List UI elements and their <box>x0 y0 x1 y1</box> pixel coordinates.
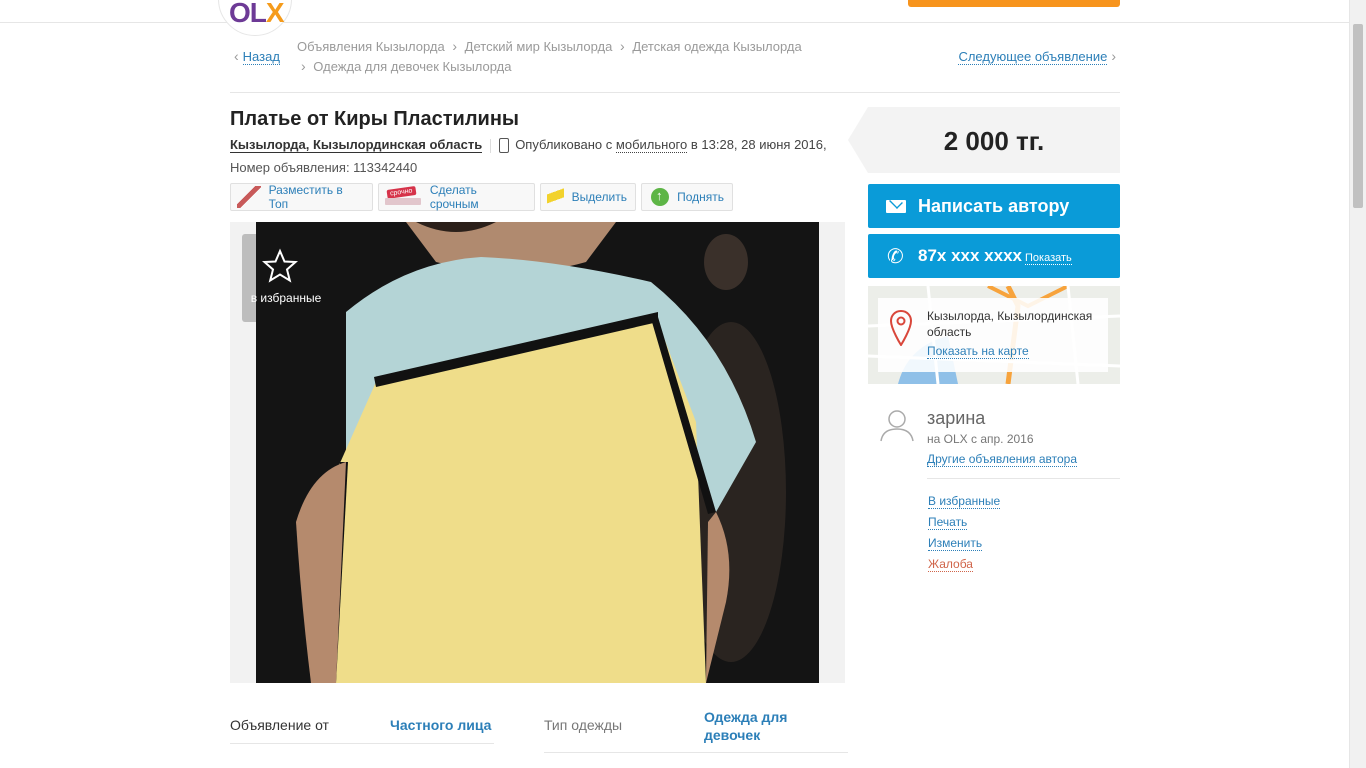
highlighter-icon <box>547 186 564 208</box>
location-link[interactable]: Кызылорда, Кызылординская область <box>230 137 483 153</box>
breadcrumb-item-ads[interactable]: Объявления Кызылорда <box>297 39 445 54</box>
next-ad-link[interactable]: Следующее объявление › <box>958 48 1120 65</box>
main-photo[interactable] <box>256 222 819 683</box>
divider <box>544 752 848 753</box>
chevron-right-icon: › <box>620 38 625 54</box>
breadcrumb-item-kids-clothes[interactable]: Детская одежда Кызылорда <box>632 39 801 54</box>
favorite-label[interactable]: в избранные <box>246 291 326 305</box>
location-map[interactable]: Кызылорда, Кызылординская область Показа… <box>868 286 1120 384</box>
add-favorite-link[interactable]: В избранные <box>928 494 1001 509</box>
promo-toolbar: Разместить в Топ Сделать срочным Выделит… <box>230 183 733 211</box>
print-link[interactable]: Печать <box>928 515 1000 530</box>
write-author-button[interactable]: Написать автору <box>868 184 1120 228</box>
breadcrumb: ‹ Назад Объявления Кызылорда › Детский ми… <box>230 38 1120 93</box>
map-address-card: Кызылорда, Кызылординская область Показа… <box>878 298 1108 372</box>
map-address: Кызылорда, Кызылординская область <box>927 309 1093 339</box>
back-link[interactable]: ‹ Назад <box>230 48 280 65</box>
price-box: 2 000 тг. <box>848 107 1120 173</box>
show-phone-button[interactable]: ✆ 87x xxx xxxx Показать <box>868 234 1120 278</box>
divider <box>490 138 492 153</box>
logo-text: OLX <box>229 0 285 28</box>
scrollbar-thumb[interactable] <box>1353 24 1363 208</box>
user-avatar-icon <box>880 410 914 442</box>
complain-link[interactable]: Жалоба <box>928 557 1000 572</box>
mobile-phone-icon <box>499 138 510 154</box>
raise-button[interactable]: Поднять <box>641 183 733 211</box>
scrollbar[interactable] <box>1349 0 1366 768</box>
published-info: Опубликовано с мобильного в 13:28, 28 ию… <box>515 137 827 153</box>
promote-top-button[interactable]: Разместить в Топ <box>230 183 373 211</box>
edit-link[interactable]: Изменить <box>928 536 1000 551</box>
ad-actions: В избранные Печать Изменить Жалоба <box>928 494 1001 578</box>
highlight-button[interactable]: Выделить <box>540 183 636 211</box>
param-value[interactable]: Одежда для девочек <box>704 708 814 744</box>
breadcrumb-item-kids[interactable]: Детский мир Кызылорда <box>465 39 613 54</box>
divider <box>927 478 1120 479</box>
chevron-right-icon: › <box>452 38 458 54</box>
ad-title: Платье от Киры Пластилины <box>230 108 519 130</box>
param-value[interactable]: Частного лица <box>390 717 491 733</box>
post-ad-button[interactable] <box>908 0 1120 7</box>
chevron-left-icon: ‹ <box>234 48 239 64</box>
seller-name: зарина <box>927 408 986 428</box>
make-urgent-button[interactable]: Сделать срочным <box>378 183 535 211</box>
chevron-right-icon: › <box>301 58 306 74</box>
price: 2 000 тг. <box>943 126 1045 156</box>
show-on-map-link[interactable]: Показать на карте <box>927 344 1029 359</box>
ad-number: Номер объявления: 113342440 <box>230 160 418 175</box>
olx-logo[interactable]: OLX <box>218 0 292 36</box>
dress-photo-illustration <box>256 222 819 683</box>
raise-arrow-icon <box>648 186 670 208</box>
envelope-icon <box>886 200 906 213</box>
seller-since: на OLX с апр. 2016 <box>927 432 1034 446</box>
map-pin-icon <box>890 310 912 346</box>
breadcrumb-item-girls-clothes[interactable]: Одежда для девочек Кызылорда <box>313 59 511 74</box>
param-label: Объявление от <box>230 717 329 733</box>
param-label: Тип одежды <box>544 717 623 733</box>
urgent-tag-icon <box>385 186 422 208</box>
star-icon[interactable] <box>262 248 298 284</box>
ad-meta: Кызылорда, Кызылординская область Опублик… <box>230 137 827 154</box>
other-ads-link[interactable]: Другие объявления автора <box>927 452 1078 467</box>
top-header: OLX <box>0 0 1350 36</box>
chevron-right-icon: › <box>1111 48 1116 64</box>
rocket-icon <box>237 186 261 208</box>
divider <box>230 743 494 744</box>
phone-icon: ✆ <box>887 246 904 268</box>
